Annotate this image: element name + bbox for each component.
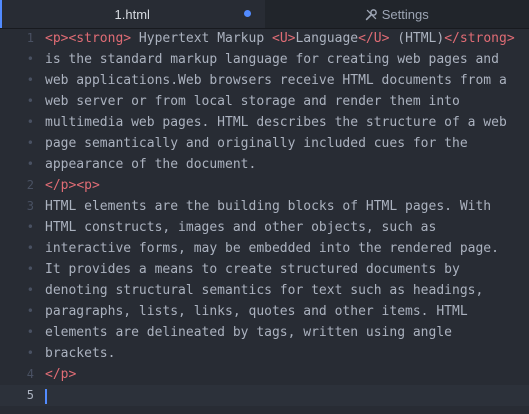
line-number: 4	[26, 367, 34, 381]
html-tag: </p>	[45, 178, 77, 193]
text-run: denoting structural semantics for text s…	[45, 283, 484, 298]
code-editor[interactable]: 1 <p><strong> Hypertext Markup <U>Languag…	[0, 29, 529, 414]
html-tag: </p>	[45, 367, 77, 382]
editor-line[interactable]: • brackets.	[0, 343, 529, 364]
code-text: appearance of the document.	[45, 154, 256, 175]
editor-line[interactable]: • appearance of the document.	[0, 154, 529, 175]
text-run: Hypertext Markup	[131, 31, 272, 46]
modified-dot-icon	[243, 10, 251, 17]
tab-label: Settings	[381, 6, 429, 22]
editor-line[interactable]: • HTML constructs, images and other objec…	[0, 217, 529, 238]
editor-line[interactable]: 1 <p><strong> Hypertext Markup <U>Languag…	[0, 28, 529, 49]
wrap-marker: •	[26, 52, 34, 66]
html-tag: <p>	[45, 31, 69, 46]
wrap-marker: •	[26, 283, 34, 297]
wrap-marker: •	[26, 241, 34, 255]
editor-line[interactable]: 3 HTML elements are the building blocks o…	[0, 196, 529, 217]
html-tag: </strong>	[444, 31, 515, 46]
wrap-marker: •	[26, 94, 34, 108]
editor-line[interactable]: 2 </p><p>	[0, 175, 529, 196]
code-text: denoting structural semantics for text s…	[45, 280, 483, 301]
text-run: web server or from local storage and ren…	[45, 94, 460, 109]
text-run: Language	[295, 31, 359, 46]
text-run: interactive forms, may be embedded into …	[45, 241, 499, 256]
text-run: is the standard markup language for crea…	[45, 52, 499, 67]
line-number: 1	[26, 31, 34, 45]
code-text: HTML elements are the building blocks of…	[45, 196, 491, 217]
tab-label: 1.html	[114, 6, 150, 22]
text-run: It provides a means to create structured…	[45, 262, 460, 277]
text-run: web applications.Web browsers receive HT…	[45, 73, 507, 88]
editor-line[interactable]: • interactive forms, may be embedded into…	[0, 238, 529, 259]
code-text: paragraphs, lists, links, quotes and oth…	[45, 301, 468, 322]
code-text: web applications.Web browsers receive HT…	[45, 70, 507, 91]
wrap-marker: •	[26, 115, 34, 129]
editor-line[interactable]: • denoting structural semantics for text …	[0, 280, 529, 301]
wrap-marker: •	[26, 325, 34, 339]
editor-line[interactable]: • It provides a means to create structure…	[0, 259, 529, 280]
wrap-marker: •	[26, 220, 34, 234]
editor-line[interactable]: • web server or from local storage and re…	[0, 91, 529, 112]
code-text: </p>	[45, 364, 76, 385]
html-tag: <strong>	[68, 31, 132, 46]
editor-line[interactable]: 4 </p>	[0, 364, 529, 385]
text-cursor	[45, 389, 47, 404]
html-tag: </U>	[358, 31, 390, 46]
html-tag: <U>	[272, 31, 296, 46]
tab-1-html[interactable]: 1.html	[0, 0, 265, 28]
code-text: is the standard markup language for crea…	[45, 49, 499, 70]
text-run: multimedia web pages. HTML describes the…	[45, 115, 507, 130]
wrap-marker: •	[26, 157, 34, 171]
tab-bar: 1.html Settings	[0, 0, 529, 29]
editor-line[interactable]: • is the standard markup language for cre…	[0, 49, 529, 70]
wrap-marker: •	[26, 346, 34, 360]
editor-line[interactable]: • web applications.Web browsers receive H…	[0, 70, 529, 91]
editor-line[interactable]: • multimedia web pages. HTML describes th…	[0, 112, 529, 133]
wrap-marker: •	[26, 304, 34, 318]
line-number: 5	[26, 388, 34, 402]
settings-icon	[365, 8, 378, 21]
code-text: HTML constructs, images and other object…	[45, 217, 436, 238]
editor-line[interactable]: • paragraphs, lists, links, quotes and ot…	[0, 301, 529, 322]
code-text: web server or from local storage and ren…	[45, 91, 460, 112]
text-run: brackets.	[45, 346, 116, 361]
code-text: </p><p>	[45, 175, 100, 196]
editor-line[interactable]: • elements are delineated by tags, writte…	[0, 322, 529, 343]
text-run: page semantically and originally include…	[45, 136, 468, 151]
tab-settings[interactable]: Settings	[265, 0, 529, 28]
text-run: HTML constructs, images and other object…	[45, 220, 437, 235]
line-number: 3	[26, 199, 34, 213]
code-text: interactive forms, may be embedded into …	[45, 238, 499, 259]
text-run: paragraphs, lists, links, quotes and oth…	[45, 304, 468, 319]
wrap-marker: •	[26, 73, 34, 87]
code-text: elements are delineated by tags, written…	[45, 322, 452, 343]
text-run: elements are delineated by tags, written…	[45, 325, 452, 340]
code-text: It provides a means to create structured…	[45, 259, 460, 280]
editor-line[interactable]: • page semantically and originally includ…	[0, 133, 529, 154]
code-text: multimedia web pages. HTML describes the…	[45, 112, 507, 133]
text-run: appearance of the document.	[45, 157, 257, 172]
text-run: HTML elements are the building blocks of…	[45, 199, 492, 214]
wrap-marker: •	[26, 262, 34, 276]
text-run: (HTML)	[389, 31, 445, 46]
editor-line[interactable]: 5	[0, 385, 529, 406]
code-text: brackets.	[45, 343, 115, 364]
wrap-marker: •	[26, 136, 34, 150]
code-text: page semantically and originally include…	[45, 133, 468, 154]
code-text: <p><strong> Hypertext Markup <U>Language…	[45, 28, 515, 49]
html-tag: <p>	[76, 178, 100, 193]
line-number: 2	[26, 178, 34, 192]
